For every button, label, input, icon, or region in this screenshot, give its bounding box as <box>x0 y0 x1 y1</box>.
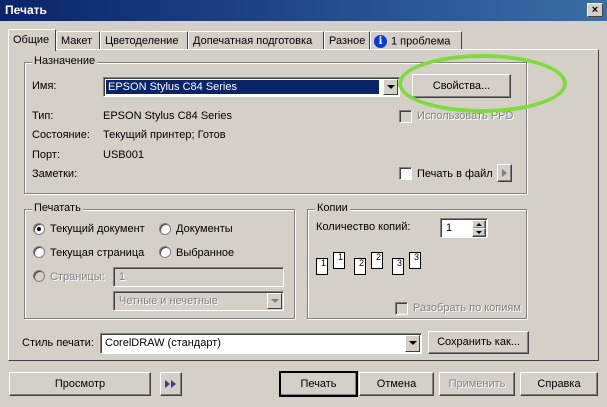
type-label: Тип: <box>32 110 54 122</box>
notes-label: Заметки: <box>32 168 78 180</box>
double-arrow-right-icon-part <box>171 380 176 388</box>
port-label: Порт: <box>32 149 60 161</box>
tab-label: 1 проблема <box>391 35 451 48</box>
apply-button[interactable]: Применить <box>439 372 515 396</box>
button-label: Применить <box>448 378 506 390</box>
button-label: Просмотр <box>54 378 106 390</box>
chevron-down-icon[interactable] <box>267 293 282 309</box>
current-document-radio[interactable] <box>33 223 45 235</box>
preview-button[interactable]: Просмотр <box>9 372 151 396</box>
tab-label: Цветоделение <box>105 35 179 47</box>
button-label: Отмена <box>376 378 417 390</box>
pages-label: Страницы: <box>50 271 105 283</box>
tab-separations[interactable]: Цветоделение <box>100 31 188 49</box>
tab-label: Макет <box>61 35 93 47</box>
tab-general[interactable]: Общие <box>8 29 56 51</box>
state-value: Текущий принтер; Готов <box>103 129 226 141</box>
selection-label: Выбранное <box>176 247 235 259</box>
chevron-up-icon <box>476 223 482 226</box>
copies-count-value: 1 <box>446 222 453 234</box>
button-label: Сохранить как... <box>437 336 520 348</box>
collate-checkbox[interactable] <box>395 302 408 315</box>
print-range-group-label: Печатать <box>32 202 83 214</box>
state-label: Состояние: <box>32 129 90 141</box>
help-button[interactable]: Справка <box>520 372 598 396</box>
print-to-file-checkbox[interactable] <box>399 167 412 180</box>
use-ppd-label: Использовать PPD <box>417 110 514 122</box>
tab-layout[interactable]: Макет <box>56 31 100 49</box>
pages-radio[interactable] <box>33 270 45 282</box>
tab-label: Разное <box>329 35 366 47</box>
preview-expand-button[interactable] <box>160 372 182 396</box>
tab-prepress[interactable]: Допечатная подготовка <box>188 31 324 49</box>
tab-issues[interactable]: i 1 проблема <box>370 31 462 49</box>
tab-misc[interactable]: Разное <box>324 31 370 49</box>
chevron-down-icon <box>476 231 482 234</box>
page-icon: 2 <box>371 252 383 269</box>
copies-down-button[interactable] <box>472 228 486 237</box>
button-label: Печать <box>300 378 337 390</box>
current-document-label: Текущий документ <box>50 223 145 235</box>
pages-input[interactable]: 1 <box>113 267 284 287</box>
print-to-file-label: Печать в файл <box>417 168 493 180</box>
page-icon: 1 <box>316 258 328 275</box>
type-value: EPSON Stylus C84 Series <box>103 110 232 122</box>
save-as-button[interactable]: Сохранить как... <box>428 331 529 354</box>
chevron-down-icon[interactable] <box>383 79 398 95</box>
page-icon: 1 <box>333 252 345 269</box>
close-button[interactable]: × <box>587 3 603 17</box>
copies-count-label: Количество копий: <box>316 221 411 233</box>
arrow-right-icon <box>502 169 507 177</box>
port-value: USB001 <box>103 149 144 161</box>
documents-label: Документы <box>176 223 233 235</box>
chevron-down-icon[interactable] <box>405 335 420 352</box>
copies-group-label: Копии <box>315 202 350 214</box>
documents-radio[interactable] <box>159 223 171 235</box>
button-label: Свойства... <box>432 80 491 92</box>
collate-label: Разобрать по копиям <box>413 302 521 314</box>
tab-label: Допечатная подготовка <box>193 35 313 47</box>
button-label: Справка <box>537 378 581 390</box>
window-title: Печать <box>5 3 47 17</box>
current-page-radio[interactable] <box>33 246 45 258</box>
info-icon: i <box>374 35 387 48</box>
properties-button[interactable]: Свойства... <box>412 74 511 98</box>
destination-group-label: Назначение <box>32 55 98 67</box>
page-icon: 3 <box>409 252 421 269</box>
double-arrow-right-icon <box>165 380 170 388</box>
page-icon: 3 <box>392 258 404 275</box>
print-style-value: CorelDRAW (стандарт) <box>105 337 221 349</box>
print-to-file-options-button[interactable] <box>497 164 512 182</box>
current-page-label: Текущая страница <box>50 247 145 259</box>
pages-input-value: 1 <box>119 271 126 283</box>
cancel-button[interactable]: Отмена <box>359 372 434 396</box>
collate-illustration: 1 1 2 2 3 3 <box>315 248 425 283</box>
tab-label: Общие <box>13 34 50 46</box>
use-ppd-checkbox[interactable] <box>399 110 412 123</box>
title-bar: Печать × <box>0 0 607 21</box>
print-button[interactable]: Печать <box>279 371 358 397</box>
printer-name-label: Имя: <box>32 80 57 92</box>
odd-even-dropdown[interactable]: Четные и нечетные <box>113 291 284 311</box>
page-icon: 2 <box>354 258 366 275</box>
printer-name-value: EPSON Stylus C84 Series <box>106 80 379 94</box>
odd-even-value: Четные и нечетные <box>119 295 218 307</box>
print-style-dropdown[interactable]: CorelDRAW (стандарт) <box>100 333 422 354</box>
printer-name-dropdown[interactable]: EPSON Stylus C84 Series <box>103 77 400 97</box>
copies-count-stepper[interactable]: 1 <box>440 218 488 238</box>
print-style-label: Стиль печати: <box>22 337 94 349</box>
selection-radio[interactable] <box>159 246 171 258</box>
